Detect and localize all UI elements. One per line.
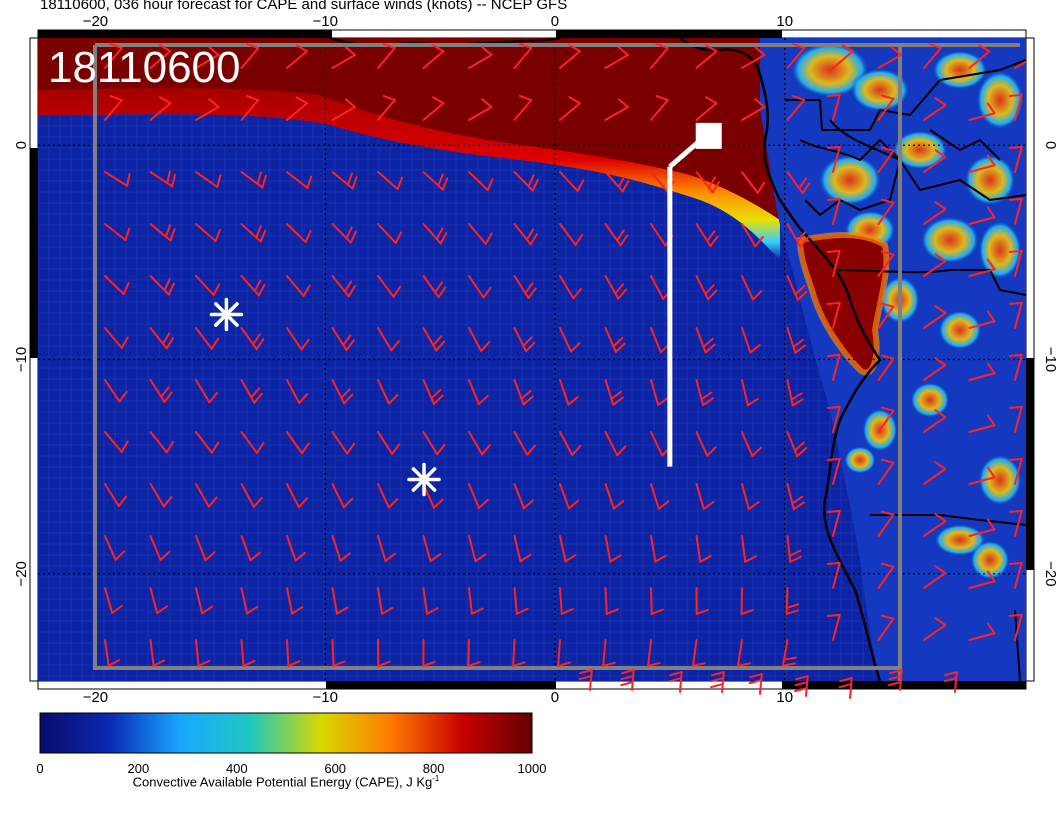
left-tick-label: −20	[13, 561, 30, 586]
colorbar-caption: Convective Available Potential Energy (C…	[132, 774, 440, 790]
top-tick-label: 0	[551, 13, 559, 30]
cape-blob	[818, 154, 882, 206]
left-tick-label: 0	[13, 141, 30, 149]
top-tick-label: −10	[312, 13, 337, 30]
right-tick-label: −20	[1042, 561, 1056, 586]
asterisk-marker	[407, 462, 441, 497]
cape-blob	[938, 310, 982, 350]
top-tick-label: −20	[83, 13, 108, 30]
cape-blob	[976, 70, 1024, 130]
track-flag-box	[695, 122, 722, 149]
cape-blob	[932, 50, 988, 90]
bottom-tick-label: −20	[83, 689, 108, 706]
date-stamp: 18110600	[48, 43, 241, 92]
bottom-tick-label: 10	[776, 689, 793, 706]
colorbar	[39, 712, 533, 754]
right-tick-label: 0	[1042, 141, 1056, 149]
bottom-tick-label: −10	[312, 689, 337, 706]
map-figure: 18110600 −20 −10 0 10 −20 −10 0 10 0 0 −10 −10 −20 −2…	[13, 13, 1056, 776]
cape-blob	[844, 446, 876, 474]
left-tick-label: −10	[13, 347, 30, 372]
bottom-tick-label: 0	[551, 689, 559, 706]
right-tick-label: −10	[1042, 347, 1056, 372]
asterisk-marker	[209, 297, 244, 332]
cape-blob	[910, 382, 950, 418]
top-tick-label: 10	[776, 13, 793, 30]
